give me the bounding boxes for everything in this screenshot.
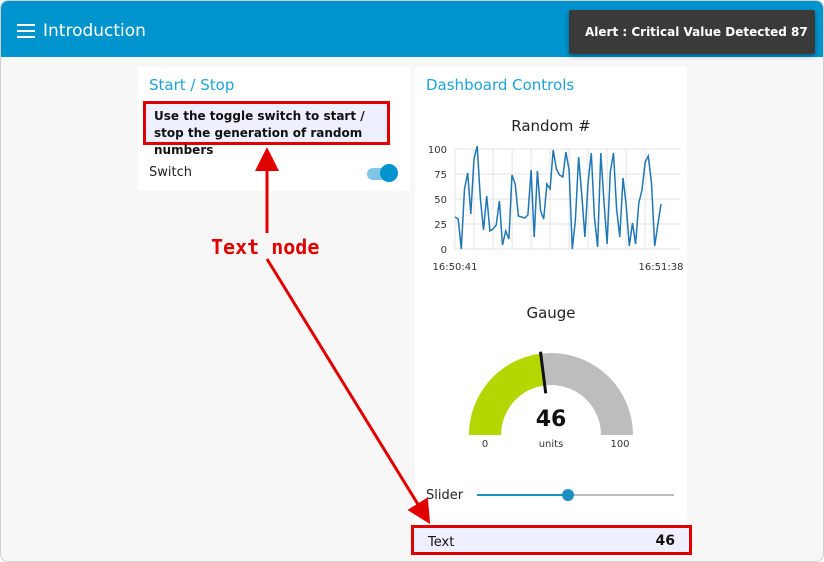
annotation-arrows xyxy=(255,147,431,525)
dashboard-window: Introduction Alert : Critical Value Dete… xyxy=(0,0,824,562)
annotation-arrow-down xyxy=(265,258,431,525)
